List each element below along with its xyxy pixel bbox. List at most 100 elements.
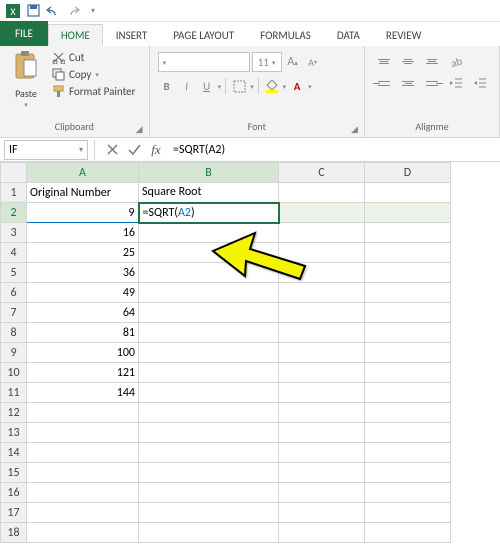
cell-B14[interactable] (139, 443, 279, 463)
row-header-18[interactable]: 18 (1, 523, 27, 543)
cell-D6[interactable] (365, 283, 451, 303)
border-icon[interactable] (230, 76, 248, 96)
copy-button[interactable]: Copy▾ (50, 67, 137, 82)
col-header-A[interactable]: A (27, 163, 139, 183)
row-header-6[interactable]: 6 (1, 283, 27, 303)
orientation-icon[interactable]: ab (445, 52, 473, 70)
cell-B17[interactable] (139, 503, 279, 523)
cell-D1[interactable] (365, 183, 451, 203)
align-left-icon[interactable] (373, 74, 395, 92)
cell-B13[interactable] (139, 423, 279, 443)
row-header-17[interactable]: 17 (1, 503, 27, 523)
cell-C4[interactable] (279, 243, 365, 263)
row-header-2[interactable]: 2 (1, 203, 27, 223)
cell-A18[interactable] (27, 523, 139, 543)
align-right-icon[interactable] (421, 74, 443, 92)
align-bottom-icon[interactable] (421, 52, 443, 70)
qat-dropdown-icon[interactable]: ▾ (86, 4, 100, 18)
align-middle-icon[interactable] (397, 52, 419, 70)
cell-C13[interactable] (279, 423, 365, 443)
cell-D16[interactable] (365, 483, 451, 503)
tab-formulas[interactable]: FORMULAS (247, 24, 324, 46)
italic-button[interactable]: I (178, 76, 196, 96)
cell-C18[interactable] (279, 523, 365, 543)
col-header-C[interactable]: C (279, 163, 365, 183)
font-size-select[interactable]: 11▾ (252, 52, 282, 72)
row-header-16[interactable]: 16 (1, 483, 27, 503)
cell-D7[interactable] (365, 303, 451, 323)
cell-C7[interactable] (279, 303, 365, 323)
cell-A16[interactable] (27, 483, 139, 503)
row-header-9[interactable]: 9 (1, 343, 27, 363)
align-top-icon[interactable] (373, 52, 395, 70)
row-header-1[interactable]: 1 (1, 183, 27, 203)
align-center-icon[interactable] (397, 74, 419, 92)
cell-B6[interactable] (139, 283, 279, 303)
row-header-4[interactable]: 4 (1, 243, 27, 263)
cancel-formula-icon[interactable] (101, 140, 123, 160)
underline-button[interactable]: U (198, 76, 216, 96)
row-header-3[interactable]: 3 (1, 223, 27, 243)
cell-B10[interactable] (139, 363, 279, 383)
cell-D17[interactable] (365, 503, 451, 523)
row-header-12[interactable]: 12 (1, 403, 27, 423)
select-all-corner[interactable] (1, 163, 27, 183)
cell-B2[interactable]: =SQRT(A2) (139, 203, 279, 223)
formula-input[interactable] (167, 140, 500, 160)
cell-C6[interactable] (279, 283, 365, 303)
row-header-8[interactable]: 8 (1, 323, 27, 343)
font-name-select[interactable]: ▾ (158, 52, 250, 72)
cell-D15[interactable] (365, 463, 451, 483)
cell-A11[interactable]: 144 (27, 383, 139, 403)
cell-C2[interactable] (279, 203, 365, 223)
cell-B16[interactable] (139, 483, 279, 503)
cell-C3[interactable] (279, 223, 365, 243)
cell-B12[interactable] (139, 403, 279, 423)
tab-file[interactable]: FILE (0, 21, 48, 46)
format-painter-button[interactable]: Format Painter (50, 84, 137, 99)
tab-review[interactable]: REVIEW (373, 24, 435, 46)
cell-A13[interactable] (27, 423, 139, 443)
cell-D13[interactable] (365, 423, 451, 443)
cell-B5[interactable] (139, 263, 279, 283)
row-header-11[interactable]: 11 (1, 383, 27, 403)
cell-B9[interactable] (139, 343, 279, 363)
cut-button[interactable]: Cut (50, 50, 137, 65)
cell-D5[interactable] (365, 263, 451, 283)
decrease-font-icon[interactable]: A▾ (304, 52, 322, 72)
cell-C17[interactable] (279, 503, 365, 523)
save-icon[interactable] (26, 4, 40, 18)
cell-C16[interactable] (279, 483, 365, 503)
cell-A6[interactable]: 49 (27, 283, 139, 303)
cell-A15[interactable] (27, 463, 139, 483)
cell-A3[interactable]: 16 (27, 223, 139, 243)
cell-A8[interactable]: 81 (27, 323, 139, 343)
cell-C8[interactable] (279, 323, 365, 343)
cell-D8[interactable] (365, 323, 451, 343)
cell-A2[interactable]: 9 (27, 203, 139, 223)
cell-D12[interactable] (365, 403, 451, 423)
increase-indent-icon[interactable] (469, 74, 491, 92)
cell-C10[interactable] (279, 363, 365, 383)
insert-function-icon[interactable]: fx (145, 140, 167, 160)
cell-C5[interactable] (279, 263, 365, 283)
name-box[interactable]: IF▾ (4, 140, 88, 160)
cell-B11[interactable] (139, 383, 279, 403)
cell-A14[interactable] (27, 443, 139, 463)
cell-C11[interactable] (279, 383, 365, 403)
cell-C14[interactable] (279, 443, 365, 463)
tab-data[interactable]: DATA (324, 24, 373, 46)
row-header-15[interactable]: 15 (1, 463, 27, 483)
col-header-B[interactable]: B (139, 163, 279, 183)
tab-home[interactable]: HOME (48, 24, 103, 46)
cell-D9[interactable] (365, 343, 451, 363)
cell-A1[interactable]: Original Number (27, 183, 139, 203)
cell-B3[interactable] (139, 223, 279, 243)
fill-color-icon[interactable] (263, 76, 281, 96)
row-header-5[interactable]: 5 (1, 263, 27, 283)
cell-A7[interactable]: 64 (27, 303, 139, 323)
cell-A17[interactable] (27, 503, 139, 523)
row-header-13[interactable]: 13 (1, 423, 27, 443)
cell-D3[interactable] (365, 223, 451, 243)
cell-C9[interactable] (279, 343, 365, 363)
